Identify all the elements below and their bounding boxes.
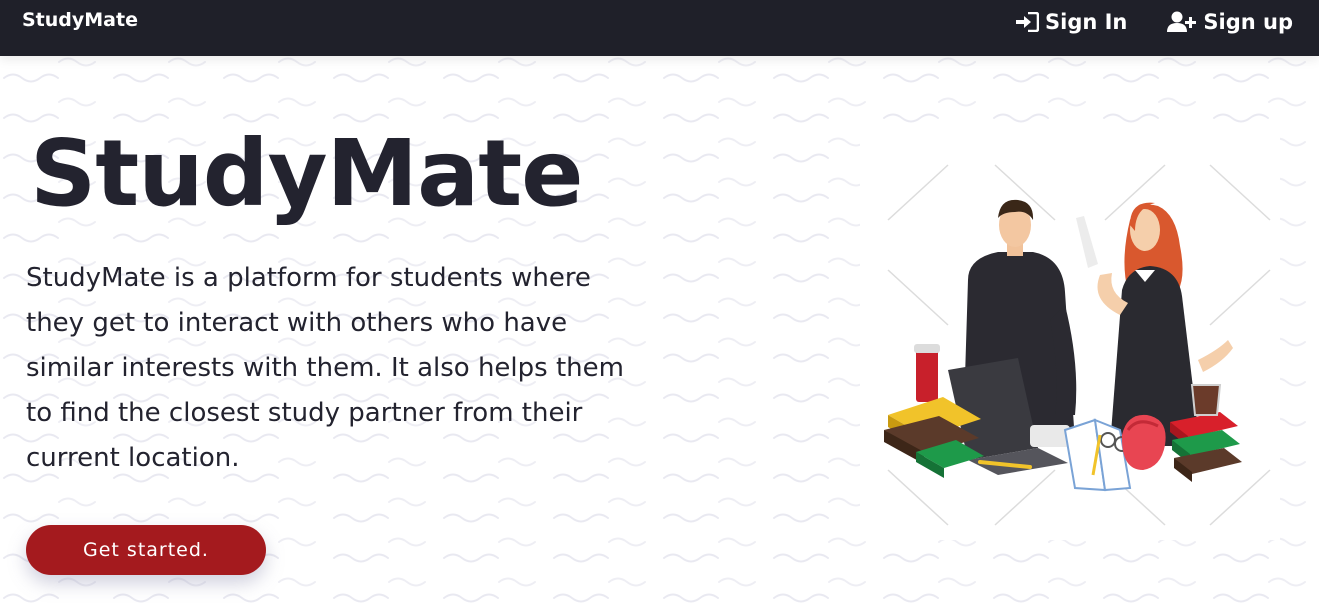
sign-in-label: Sign In [1045, 10, 1128, 34]
nav-links: Sign In Sign up [1015, 10, 1293, 34]
sign-up-link[interactable]: Sign up [1167, 10, 1293, 34]
brand-logo-link[interactable]: StudyMate [22, 9, 138, 31]
sign-in-link[interactable]: Sign In [1015, 10, 1127, 34]
sign-up-label: Sign up [1203, 10, 1293, 34]
user-plus-icon [1167, 11, 1197, 33]
top-navbar: StudyMate Sign In Sign up [0, 0, 1319, 56]
get-started-button[interactable]: Get started. [26, 525, 266, 575]
landing-page: StudyMate Sign In Sign up StudyMate Stud… [0, 0, 1319, 609]
red-bag [1121, 414, 1166, 470]
red-cup [914, 344, 940, 402]
hero-title: StudyMate [30, 120, 584, 227]
students-studying-illustration [860, 130, 1280, 540]
open-notebook [1063, 418, 1132, 492]
hero-description: StudyMate is a platform for students whe… [26, 263, 624, 473]
sign-in-icon [1015, 12, 1039, 32]
